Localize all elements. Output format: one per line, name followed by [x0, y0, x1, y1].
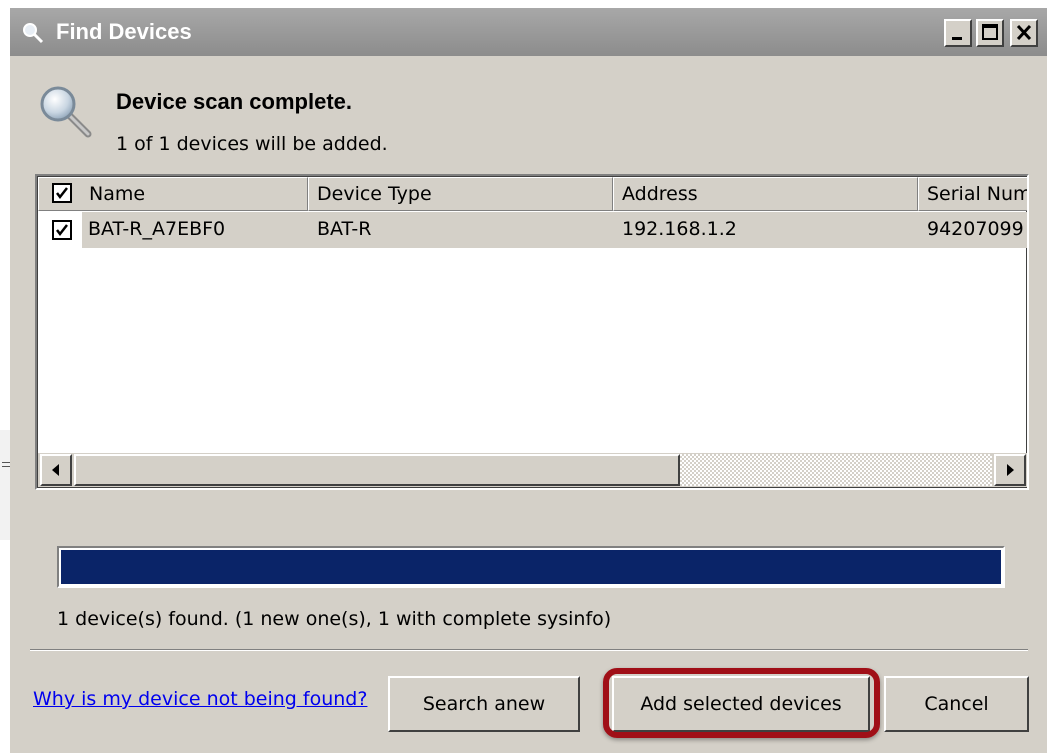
- title-bar[interactable]: Find Devices: [10, 8, 1047, 56]
- device-serial-cell: 94207099: [927, 218, 1024, 240]
- status-text: 1 device(s) found. (1 new one(s), 1 with…: [57, 608, 612, 630]
- scroll-right-button[interactable]: [994, 454, 1026, 486]
- cancel-button[interactable]: Cancel: [884, 676, 1029, 732]
- annotation-highlight: [603, 668, 880, 738]
- minimize-button[interactable]: [944, 19, 972, 47]
- close-button[interactable]: [1010, 19, 1038, 47]
- search-anew-button[interactable]: Search anew: [388, 676, 580, 732]
- column-header-device-type[interactable]: Device Type: [308, 177, 613, 211]
- row-checkbox[interactable]: [52, 220, 72, 240]
- device-list[interactable]: Name Device Type Address Serial Num BAT-…: [35, 174, 1029, 490]
- scroll-thumb[interactable]: [74, 454, 680, 486]
- checkmark-icon: [56, 224, 68, 237]
- maximize-icon: [982, 24, 998, 40]
- search-magnifier-icon: [36, 82, 96, 142]
- column-header-serial[interactable]: Serial Num: [918, 177, 1027, 211]
- divider: [30, 649, 1028, 651]
- list-header: Name Device Type Address Serial Num: [38, 177, 1027, 211]
- device-type-cell: BAT-R: [317, 218, 372, 240]
- checkmark-icon: [56, 187, 68, 200]
- table-row[interactable]: BAT-R_A7EBF0 BAT-R 192.168.1.2 94207099: [38, 212, 1027, 248]
- maximize-button[interactable]: [976, 19, 1004, 47]
- scroll-left-button[interactable]: [40, 454, 72, 486]
- device-name-cell: BAT-R_A7EBF0: [88, 218, 226, 240]
- minimize-icon: [952, 37, 962, 40]
- scan-heading: Device scan complete.: [116, 89, 353, 114]
- column-header-address[interactable]: Address: [613, 177, 918, 211]
- find-devices-dialog: Find Devices Device scan complete. 1 of …: [10, 8, 1047, 753]
- help-link[interactable]: Why is my device not being found?: [33, 688, 367, 710]
- arrow-left-icon: [52, 464, 59, 476]
- device-address-cell: 192.168.1.2: [622, 218, 737, 240]
- progress-fill: [61, 550, 1001, 584]
- scan-progress-bar: [57, 546, 1005, 588]
- scan-subheading: 1 of 1 devices will be added.: [116, 133, 388, 155]
- select-all-checkbox[interactable]: [52, 183, 72, 203]
- close-icon: [1016, 24, 1032, 41]
- column-header-name[interactable]: Name: [38, 177, 308, 211]
- window-title: Find Devices: [56, 19, 192, 44]
- scroll-track[interactable]: [74, 454, 992, 486]
- arrow-right-icon: [1007, 464, 1014, 476]
- horizontal-scrollbar[interactable]: [38, 453, 1027, 487]
- magnifier-icon: [22, 22, 44, 44]
